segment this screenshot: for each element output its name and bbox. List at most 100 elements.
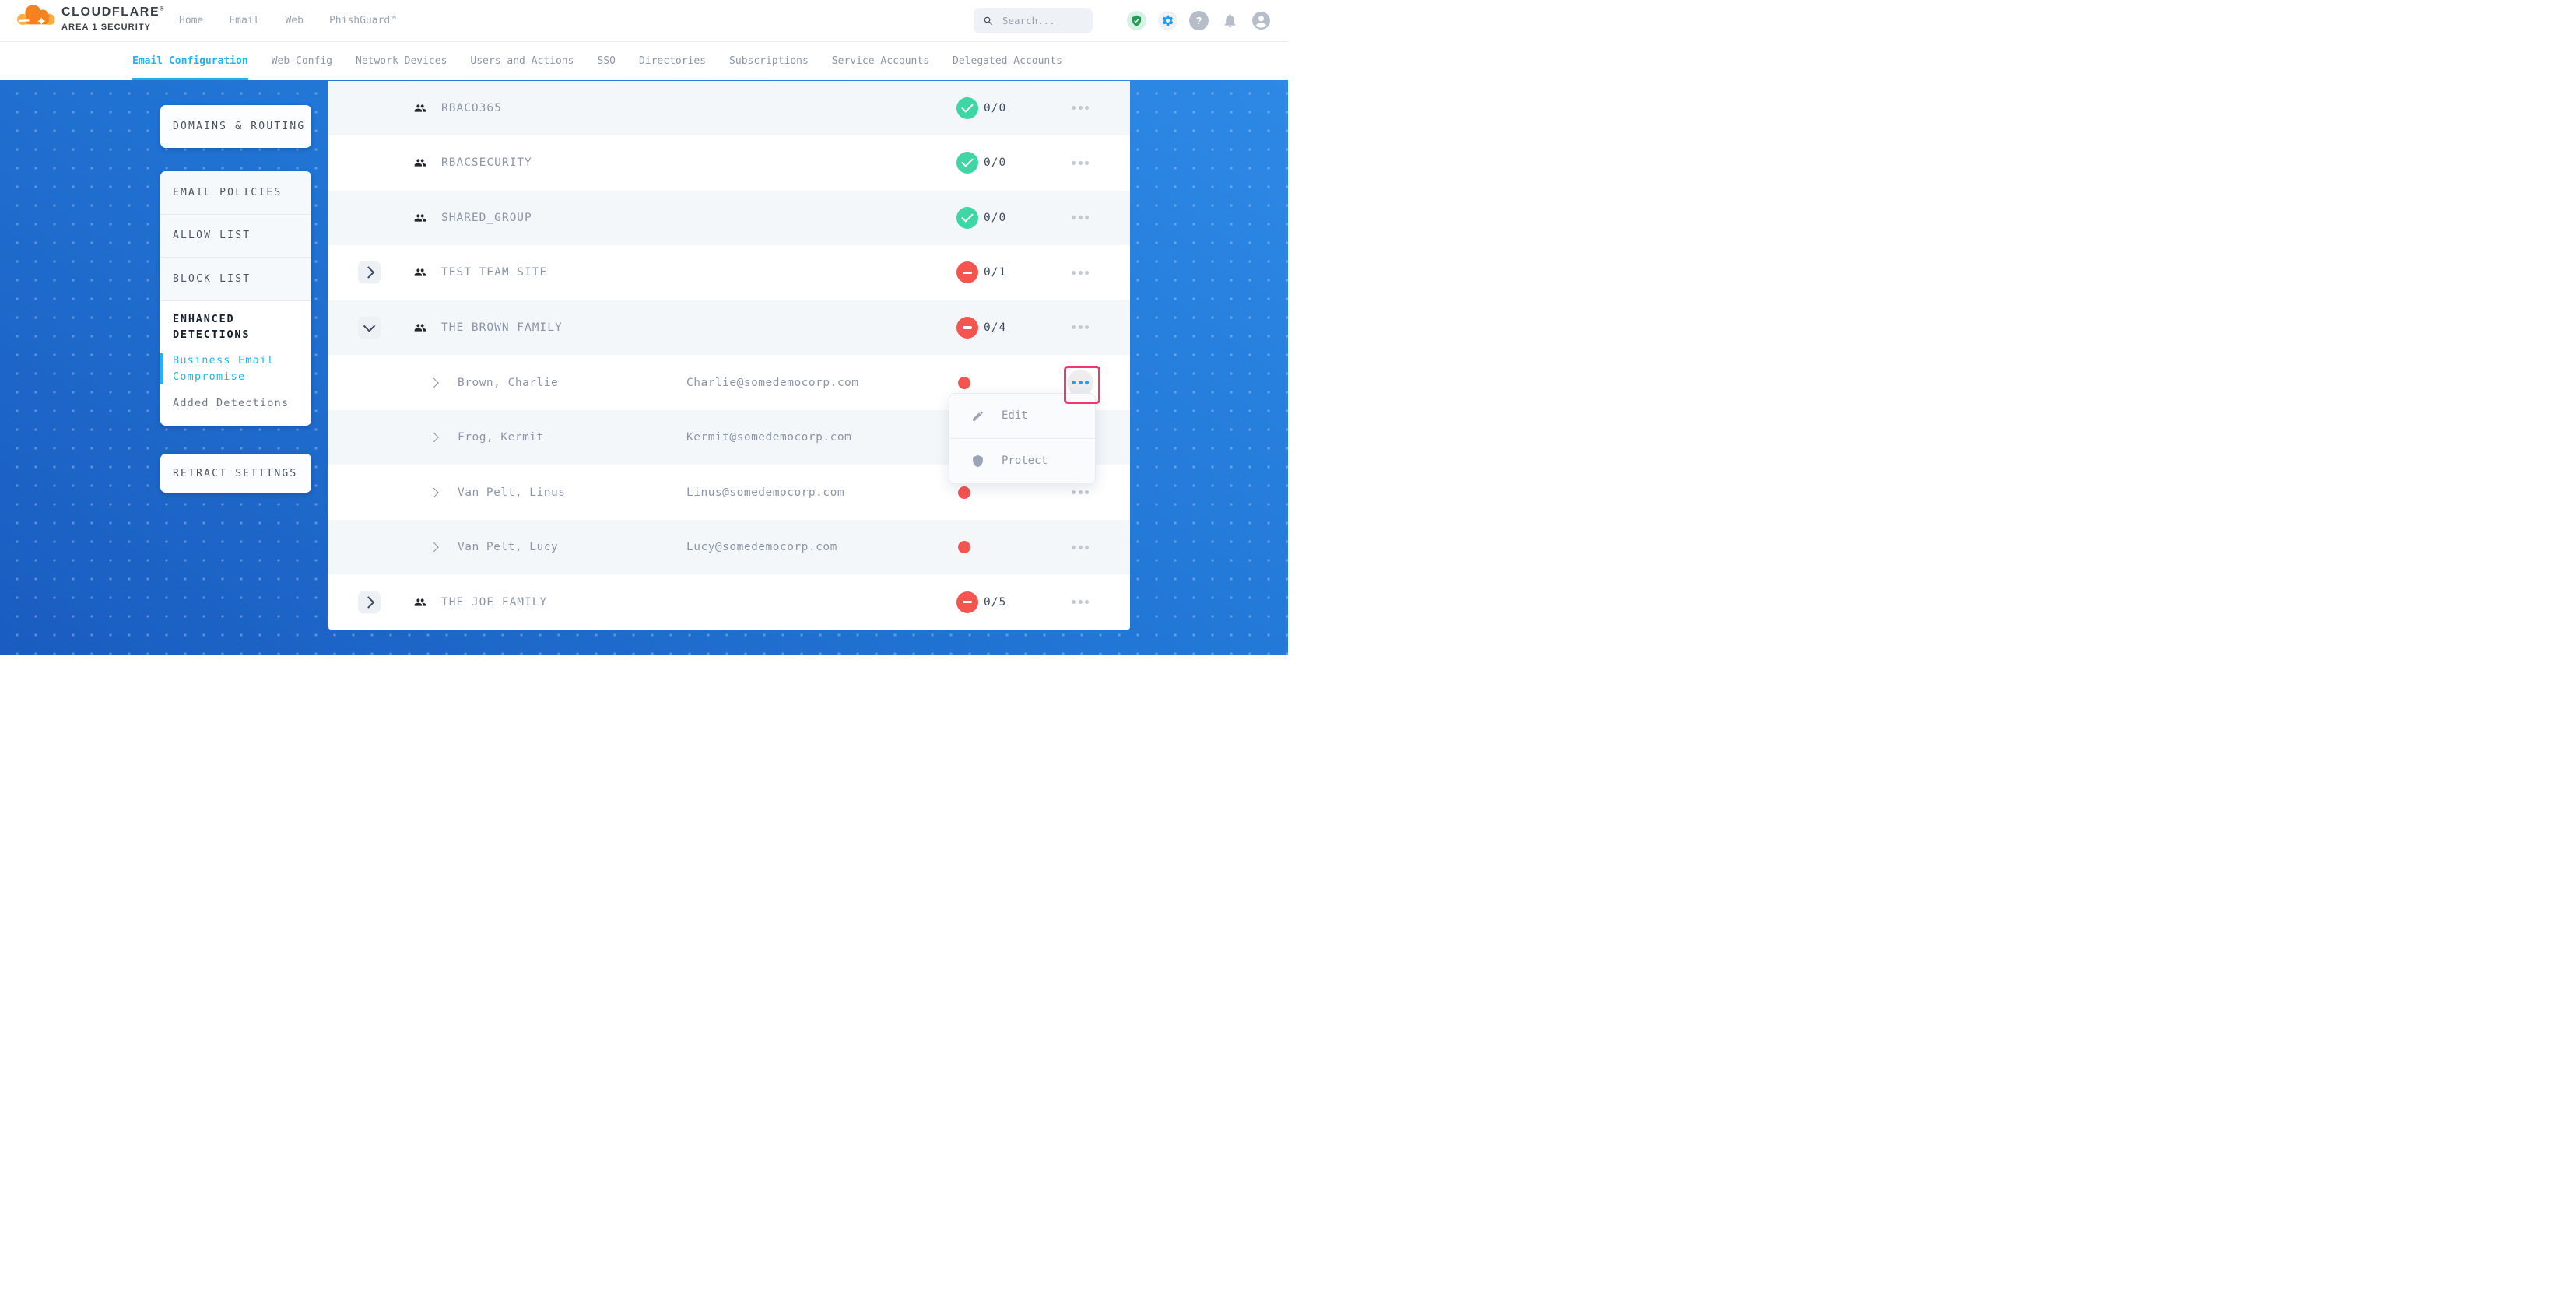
nav-item-phishguard[interactable]: PhishGuard™ — [329, 15, 396, 26]
ellipsis-icon — [1072, 271, 1089, 275]
status-fail-badge — [956, 317, 978, 339]
help-icon[interactable]: ? — [1189, 11, 1209, 30]
table-row-group: RBACO365 0/0 — [328, 81, 1130, 136]
row-menu-button[interactable] — [1066, 94, 1094, 122]
group-icon — [412, 156, 428, 169]
ellipsis-icon — [1072, 216, 1089, 219]
member-name: Brown, Charlie — [458, 377, 558, 389]
tab-service-accounts[interactable]: Service Accounts — [832, 41, 929, 80]
ellipsis-icon — [1072, 106, 1089, 110]
tab-directories[interactable]: Directories — [639, 41, 706, 80]
check-icon — [961, 210, 974, 223]
row-menu-button[interactable] — [1066, 533, 1094, 561]
tab-sso[interactable]: SSO — [597, 41, 615, 80]
groups-table-panel: RBACO365 0/0 RBACSECURITY 0/0 SHARED_GRO… — [328, 81, 1130, 630]
member-count: 0/5 — [984, 596, 1006, 609]
check-icon — [961, 156, 974, 168]
row-menu-button-active[interactable] — [1067, 370, 1093, 396]
brand-name: CLOUDFLARE — [61, 5, 160, 19]
user-avatar-icon[interactable] — [1251, 11, 1271, 30]
member-count: 0/0 — [984, 156, 1006, 169]
menu-item-edit[interactable]: Edit — [949, 394, 1095, 438]
active-indicator-bar — [160, 353, 163, 384]
sidebar-item-retract-settings[interactable]: RETRACT SETTINGS — [160, 454, 311, 493]
minus-icon — [963, 326, 972, 329]
chevron-right-icon — [429, 487, 439, 497]
table-row-group: TEST TEAM SITE 0/1 — [328, 245, 1130, 300]
sidebar-item-enhanced-detections[interactable]: ENHANCED DETECTIONS — [173, 311, 290, 343]
expand-button[interactable] — [358, 261, 381, 284]
minus-icon — [963, 272, 972, 275]
table-row-group: SHARED_GROUP 0/0 — [328, 191, 1130, 246]
status-pass-badge — [956, 97, 978, 119]
row-menu-button[interactable] — [1066, 588, 1094, 616]
expand-button[interactable] — [358, 591, 381, 613]
section-tabs: Email Configuration Web Config Network D… — [0, 41, 1288, 80]
tab-delegated-accounts[interactable]: Delegated Accounts — [953, 41, 1062, 80]
brand-text: CLOUDFLARE® AREA 1 SECURITY — [61, 6, 165, 32]
ellipsis-icon — [1072, 325, 1089, 329]
chevron-right-icon — [429, 433, 439, 443]
chevron-right-icon — [429, 377, 439, 388]
search-bar[interactable] — [974, 8, 1093, 33]
menu-item-protect[interactable]: Protect — [949, 438, 1095, 483]
group-icon — [412, 212, 428, 224]
tab-web-config[interactable]: Web Config — [272, 41, 332, 80]
tab-email-configuration[interactable]: Email Configuration — [132, 41, 248, 80]
minus-icon — [963, 601, 972, 604]
group-name: SHARED_GROUP — [441, 212, 532, 224]
shield-check-icon[interactable] — [1127, 11, 1146, 30]
member-email: Lucy@somedemocorp.com — [686, 541, 837, 553]
group-icon — [412, 596, 428, 609]
row-menu-button[interactable] — [1066, 258, 1094, 286]
ellipsis-icon — [1072, 381, 1089, 384]
row-menu-button[interactable] — [1066, 314, 1094, 342]
group-name: THE JOE FAMILY — [441, 596, 547, 609]
status-pass-badge — [956, 152, 978, 174]
member-count: 0/4 — [984, 321, 1006, 334]
group-icon — [412, 102, 428, 114]
sidebar-item-business-email-compromise[interactable]: Business Email Compromise — [173, 353, 300, 385]
member-count: 0/0 — [984, 102, 1006, 114]
member-name: Van Pelt, Lucy — [458, 541, 558, 553]
sidebar-item-allow-list[interactable]: ALLOW LIST — [160, 215, 311, 258]
bell-icon[interactable] — [1220, 11, 1240, 30]
member-count: 0/1 — [984, 266, 1006, 279]
menu-item-label: Edit — [1002, 409, 1028, 422]
sidebar-email-policies-card: EMAIL POLICIES ALLOW LIST BLOCK LIST ENH… — [160, 171, 311, 426]
member-email: Kermit@somedemocorp.com — [686, 431, 851, 444]
gear-icon[interactable] — [1158, 11, 1177, 30]
sidebar-item-domains-routing[interactable]: DOMAINS & ROUTING — [160, 105, 311, 148]
member-name: Van Pelt, Linus — [458, 486, 565, 499]
header-nav: Home Email Web PhishGuard™ — [179, 0, 396, 41]
row-menu-button[interactable] — [1066, 204, 1094, 232]
sidebar-item-email-policies[interactable]: EMAIL POLICIES — [160, 171, 311, 215]
group-name: TEST TEAM SITE — [441, 266, 547, 279]
tab-users-and-actions[interactable]: Users and Actions — [470, 41, 574, 80]
status-dot — [958, 486, 970, 499]
group-name: RBACO365 — [441, 102, 502, 114]
pencil-icon — [971, 409, 984, 423]
tab-network-devices[interactable]: Network Devices — [356, 41, 447, 80]
nav-item-web[interactable]: Web — [285, 15, 303, 26]
collapse-button[interactable] — [358, 316, 381, 339]
header-icons: ? — [1127, 0, 1271, 41]
brand-mark: ® — [160, 7, 165, 12]
ellipsis-icon — [1072, 546, 1089, 549]
tab-subscriptions[interactable]: Subscriptions — [729, 41, 809, 80]
app-page: CLOUDFLARE® AREA 1 SECURITY Home Email W… — [0, 0, 1288, 654]
member-email: Linus@somedemocorp.com — [686, 486, 844, 499]
status-dot — [958, 541, 970, 553]
row-menu-button[interactable] — [1066, 149, 1094, 177]
sidebar-item-block-list[interactable]: BLOCK LIST — [160, 258, 311, 301]
table-row-group: RBACSECURITY 0/0 — [328, 135, 1130, 191]
nav-item-home[interactable]: Home — [179, 15, 203, 26]
top-header-bar: CLOUDFLARE® AREA 1 SECURITY Home Email W… — [0, 0, 1288, 42]
nav-item-email[interactable]: Email — [229, 15, 259, 26]
group-icon — [412, 266, 428, 279]
check-icon — [961, 100, 974, 113]
search-input[interactable] — [1001, 14, 1082, 27]
menu-item-label: Protect — [1002, 454, 1048, 467]
help-glyph: ? — [1196, 15, 1202, 26]
sidebar-item-added-detections[interactable]: Added Detections — [173, 395, 300, 412]
